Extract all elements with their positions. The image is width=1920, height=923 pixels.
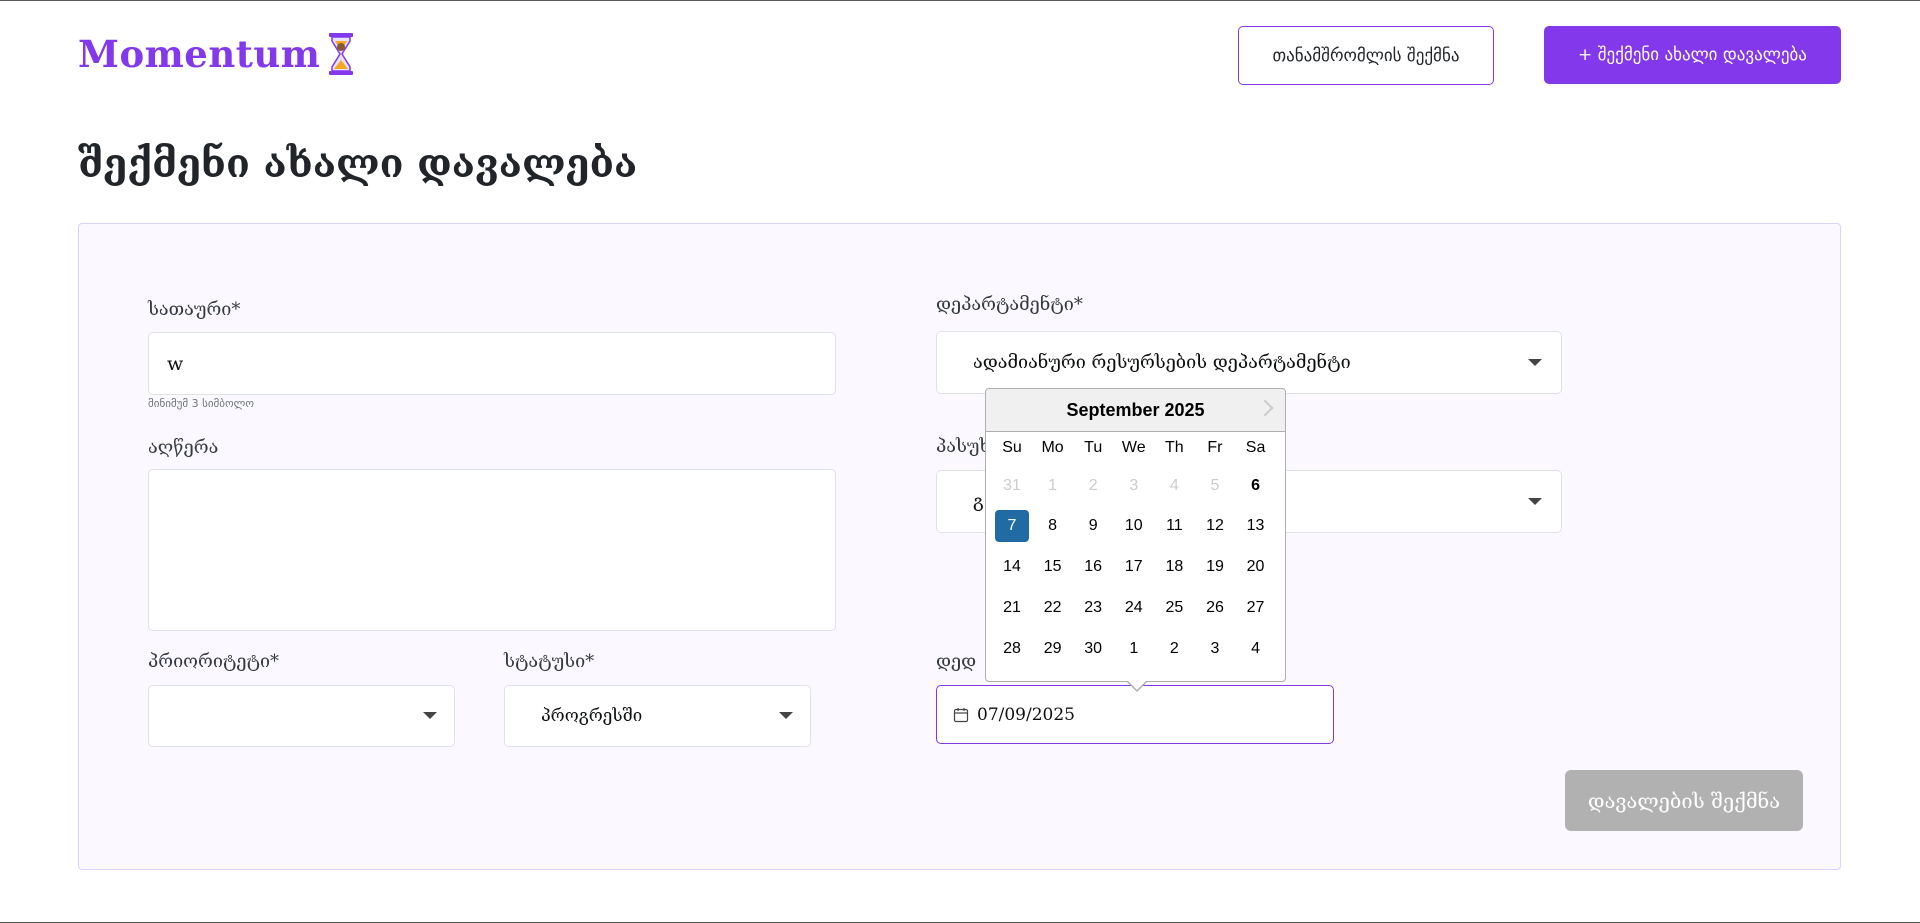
deadline-date-value: 07/09/2025 [977, 704, 1075, 725]
day-name: We [1121, 439, 1146, 456]
datepicker-day[interactable]: 28 [995, 633, 1029, 665]
responsible-employee-value: გ [973, 491, 984, 512]
page-title: შექმენი ახალი დავალება [78, 141, 638, 187]
status-label: სტატუსი* [504, 651, 595, 672]
datepicker-day[interactable]: 18 [1157, 551, 1191, 583]
datepicker-day[interactable]: 2 [1157, 633, 1191, 665]
datepicker-day[interactable]: 9 [1076, 510, 1110, 542]
create-task-button[interactable]: + შექმენი ახალი დავალება [1544, 26, 1841, 84]
description-label: აღწერა [148, 437, 219, 458]
datepicker-day[interactable]: 7 [995, 510, 1029, 542]
responsible-employee-label: პასუხ [936, 436, 991, 457]
datepicker-day[interactable]: 20 [1239, 551, 1273, 583]
day-name: Th [1165, 439, 1184, 456]
datepicker-day[interactable]: 11 [1157, 510, 1191, 542]
datepicker-day[interactable]: 17 [1117, 551, 1151, 583]
datepicker-day[interactable]: 6 [1239, 470, 1273, 502]
priority-chevron-down-icon [423, 712, 437, 719]
title-hint: მინიმუმ 3 სიმბოლო [148, 397, 254, 410]
datepicker-day[interactable]: 22 [1036, 592, 1070, 624]
department-chevron-down-icon [1528, 359, 1542, 366]
datepicker-day[interactable]: 30 [1076, 633, 1110, 665]
datepicker-header: September 2025 [986, 389, 1285, 432]
datepicker-day[interactable]: 29 [1036, 633, 1070, 665]
day-name: Sa [1245, 439, 1266, 456]
datepicker-day[interactable]: 13 [1239, 510, 1273, 542]
datepicker-day[interactable]: 3 [1198, 633, 1232, 665]
datepicker-day-names: Su Mo Tu We Th Fr Sa [995, 437, 1279, 459]
department-label: დეპარტამენტი* [936, 294, 1083, 315]
datepicker-day[interactable]: 12 [1198, 510, 1232, 542]
datepicker-day[interactable]: 1 [1117, 633, 1151, 665]
datepicker-day[interactable]: 23 [1076, 592, 1110, 624]
datepicker-day[interactable]: 4 [1157, 470, 1191, 502]
status-select[interactable]: პროგრესში [504, 685, 811, 747]
priority-label: პრიორიტეტი* [148, 651, 280, 672]
datepicker-day[interactable]: 16 [1076, 551, 1110, 583]
title-input-value: w [167, 352, 184, 375]
datepicker-week-row: 14 15 16 17 18 19 20 [995, 551, 1279, 583]
calendar-icon [953, 707, 969, 722]
datepicker-day[interactable]: 4 [1239, 633, 1273, 665]
day-name: Fr [1207, 439, 1223, 456]
datepicker-day[interactable]: 21 [995, 592, 1029, 624]
datepicker-day[interactable]: 1 [1036, 470, 1070, 502]
day-name: Tu [1084, 439, 1103, 456]
app-header: Momentum თანამშრომლის შექმნა + შექმენი ა… [0, 1, 1920, 111]
department-value: ადამიანური რესურსების დეპარტამენტი [973, 352, 1351, 373]
datepicker-day[interactable]: 14 [995, 551, 1029, 583]
datepicker-week-row: 7 8 9 10 11 12 13 [995, 510, 1279, 542]
datepicker-day[interactable]: 3 [1117, 470, 1151, 502]
deadline-date-input[interactable]: 07/09/2025 [936, 685, 1334, 744]
datepicker-day[interactable]: 24 [1117, 592, 1151, 624]
datepicker-week-row: 21 22 23 24 25 26 27 [995, 592, 1279, 624]
description-textarea[interactable] [148, 469, 836, 631]
datepicker-month-label: September 2025 [1066, 400, 1205, 420]
datepicker-day[interactable]: 2 [1076, 470, 1110, 502]
datepicker-week-row: 28 29 30 1 2 3 4 [995, 633, 1279, 665]
day-name: Su [1002, 439, 1022, 456]
day-name: Mo [1041, 439, 1064, 456]
datepicker-day[interactable]: 8 [1036, 510, 1070, 542]
deadline-label: დედ [936, 651, 977, 672]
datepicker-day[interactable]: 31 [995, 470, 1029, 502]
logo[interactable]: Momentum [78, 31, 356, 77]
status-chevron-down-icon [779, 712, 793, 719]
datepicker-popup: September 2025 Su Mo Tu We Th Fr Sa 31 1 2 3 4 5 6 7 8 9… [985, 388, 1286, 682]
datepicker-day[interactable]: 10 [1117, 510, 1151, 542]
priority-select[interactable] [148, 685, 455, 747]
datepicker-day[interactable]: 25 [1157, 592, 1191, 624]
datepicker-day[interactable]: 27 [1239, 592, 1273, 624]
title-label: სათაური* [148, 299, 241, 320]
logo-text: Momentum [78, 32, 321, 76]
hourglass-icon [329, 33, 354, 75]
status-value: პროგრესში [541, 706, 643, 726]
datepicker-day[interactable]: 19 [1198, 551, 1232, 583]
datepicker-day[interactable]: 5 [1198, 470, 1232, 502]
title-input[interactable]: w [148, 332, 836, 395]
department-select[interactable]: ადამიანური რესურსების დეპარტამენტი [936, 331, 1562, 394]
create-employee-button[interactable]: თანამშრომლის შექმნა [1238, 26, 1494, 85]
datepicker-week-row: 31 1 2 3 4 5 6 [995, 470, 1279, 502]
datepicker-day[interactable]: 26 [1198, 592, 1232, 624]
responsible-chevron-down-icon [1528, 498, 1542, 505]
datepicker-day[interactable]: 15 [1036, 551, 1070, 583]
datepicker-pointer-inner [1128, 681, 1146, 690]
create-task-submit-button[interactable]: დავალების შექმნა [1565, 770, 1803, 831]
